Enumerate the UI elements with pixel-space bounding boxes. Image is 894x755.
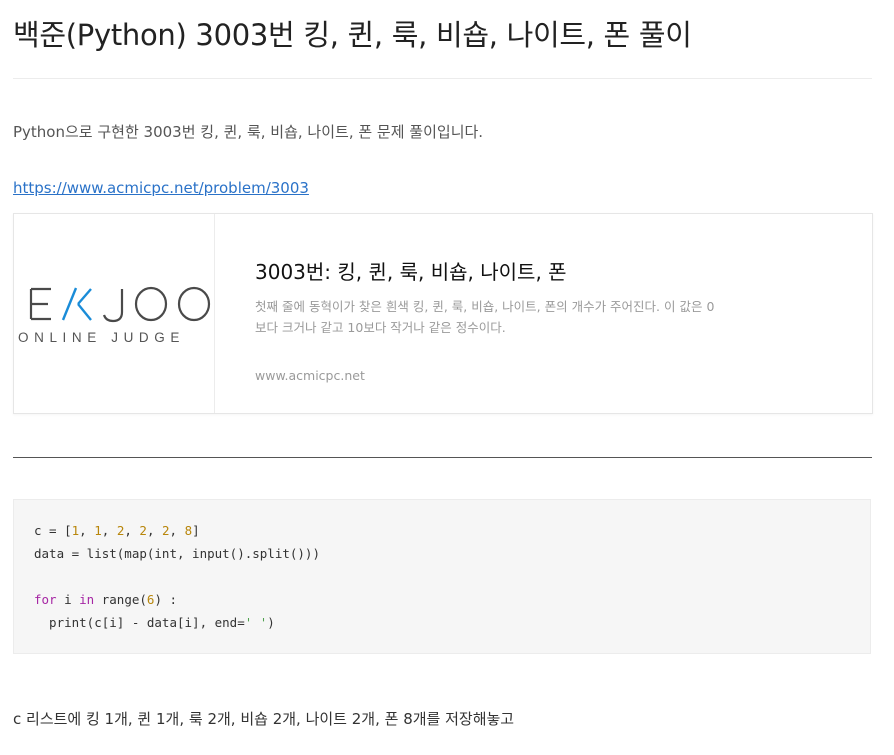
code-line-2: data = list(map(int, input().split())) [34,546,320,561]
problem-link[interactable]: https://www.acmicpc.net/problem/3003 [13,179,309,197]
card-title: 3003번: 킹, 퀸, 룩, 비숍, 나이트, 폰 [255,260,567,284]
logo-subtext: ONLINE JUDGE [18,330,185,345]
baekjoon-logo-icon: ONLINE JUDGE [18,286,211,345]
code-block: c = [1, 1, 2, 2, 2, 8] data = list(map(i… [13,499,871,654]
code-line-5: print(c[i] - data[i], end=' ') [34,615,275,630]
code-line-1: c = [1, 1, 2, 2, 2, 8] [34,523,200,538]
intro-text: Python으로 구현한 3003번 킹, 퀸, 룩, 비숍, 나이트, 폰 문… [13,123,484,141]
summary-text: c 리스트에 킹 1개, 퀸 1개, 룩 2개, 비숍 2개, 나이트 2개, … [13,710,515,728]
code-line-4: for i in range(6) : [34,592,178,607]
card-thumbnail: ONLINE JUDGE [14,214,215,413]
card-host: www.acmicpc.net [255,368,365,383]
page-title: 백준(Python) 3003번 킹, 퀸, 룩, 비숍, 나이트, 폰 풀이 [13,18,692,52]
title-divider [13,78,872,79]
card-description: 첫째 줄에 동혁이가 찾은 흰색 킹, 퀸, 룩, 비숍, 나이트, 폰의 개수… [255,299,715,335]
section-divider [13,457,872,458]
link-preview-card[interactable]: ONLINE JUDGE 3003번: 킹, 퀸, 룩, 비숍, 나이트, 폰 … [13,213,873,414]
